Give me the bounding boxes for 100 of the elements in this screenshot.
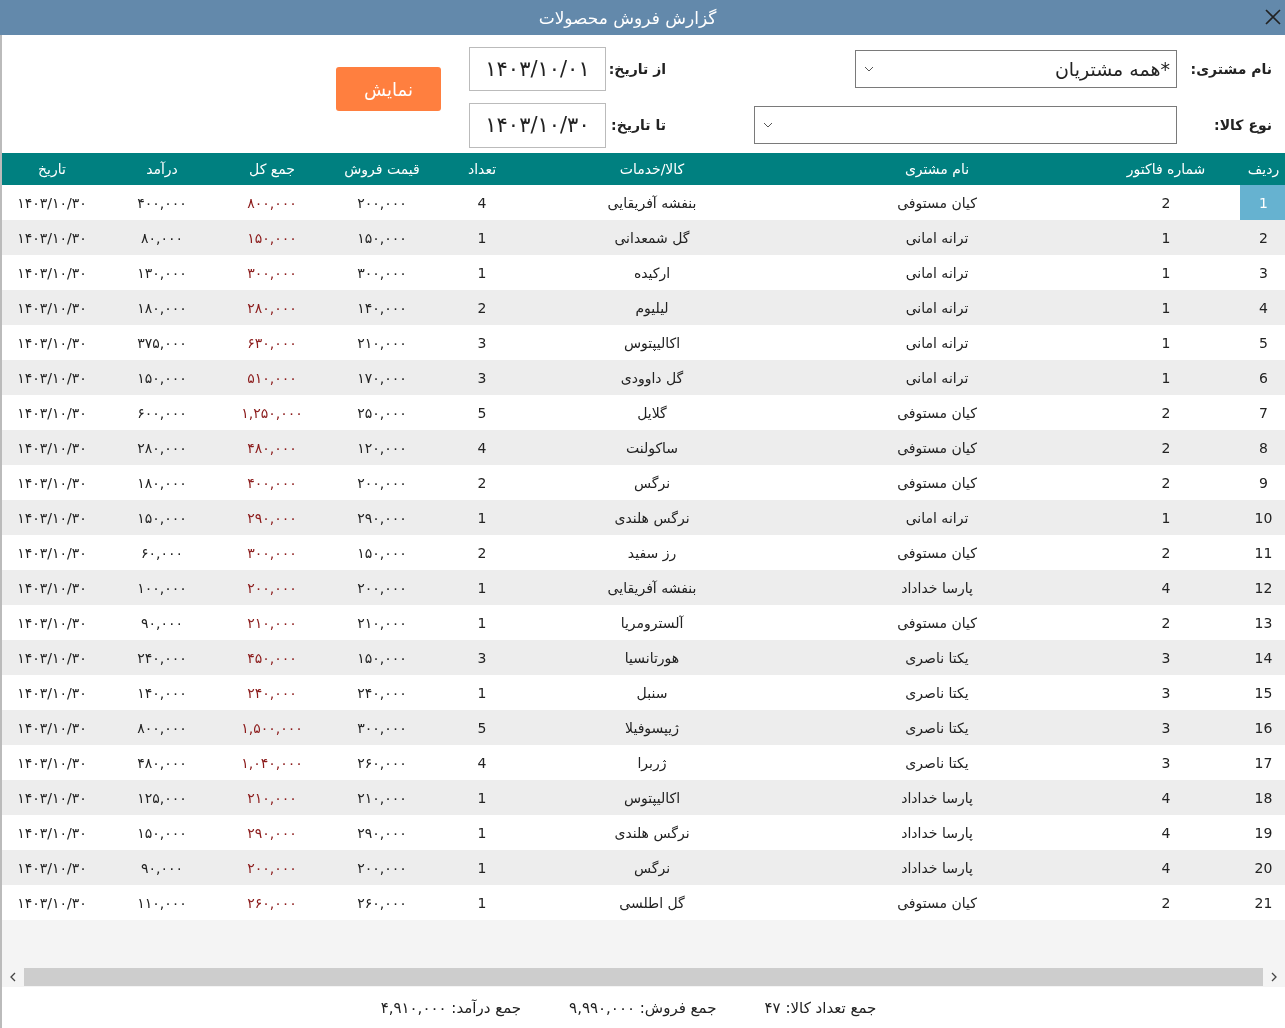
- table-cell: ۵۱۰,۰۰۰: [222, 360, 322, 395]
- table-cell: یکتا ناصری: [782, 640, 1092, 675]
- table-cell: ترانه امانی: [782, 500, 1092, 535]
- table-cell: ترانه امانی: [782, 220, 1092, 255]
- table-cell: ۲۸۰,۰۰۰: [222, 290, 322, 325]
- table-cell: ۲۵۰,۰۰۰: [322, 395, 442, 430]
- row-number-cell[interactable]: 2: [1240, 220, 1285, 255]
- table-cell: پارسا خداداد: [782, 570, 1092, 605]
- row-number-cell[interactable]: 7: [1240, 395, 1285, 430]
- column-header[interactable]: نام مشتری: [782, 153, 1092, 185]
- table-cell: 4: [1092, 780, 1240, 815]
- table-cell: 4: [442, 185, 522, 220]
- date-field[interactable]: ۱۴۰۳/۱۰/۰۱: [469, 47, 606, 91]
- table-cell: ۱۵۰,۰۰۰: [322, 220, 442, 255]
- chevron-down-icon[interactable]: [864, 66, 874, 72]
- row-number-cell[interactable]: 20: [1240, 850, 1285, 885]
- table-cell: نرگس: [522, 465, 782, 500]
- table-cell: 3: [1092, 640, 1240, 675]
- table-cell: ۱۴۰۳/۱۰/۳۰: [2, 710, 102, 745]
- table-cell: ژربرا: [522, 745, 782, 780]
- table-cell: ۱۴۰۳/۱۰/۳۰: [2, 815, 102, 850]
- product-type-dropdown[interactable]: [754, 106, 1177, 144]
- row-number-cell[interactable]: 14: [1240, 640, 1285, 675]
- table-cell: ۱۴۰۳/۱۰/۳۰: [2, 535, 102, 570]
- column-header[interactable]: تعداد: [442, 153, 522, 185]
- table-cell: 2: [442, 290, 522, 325]
- table-cell: کیان مستوفی: [782, 535, 1092, 570]
- table-cell: ۴۵۰,۰۰۰: [222, 640, 322, 675]
- total-text: جمع تعداد کالا: ۴۷: [764, 998, 877, 1017]
- row-number-cell[interactable]: 10: [1240, 500, 1285, 535]
- column-header[interactable]: قیمت فروش: [322, 153, 442, 185]
- table-cell: ۱۴۰۳/۱۰/۳۰: [2, 395, 102, 430]
- row-number-cell[interactable]: 13: [1240, 605, 1285, 640]
- row-number-cell[interactable]: 19: [1240, 815, 1285, 850]
- table-cell: کیان مستوفی: [782, 465, 1092, 500]
- date-field[interactable]: ۱۴۰۳/۱۰/۳۰: [469, 102, 606, 148]
- table-cell: 4: [442, 745, 522, 780]
- table-cell: 1: [1092, 360, 1240, 395]
- row-number-cell[interactable]: 12: [1240, 570, 1285, 605]
- table-cell: ۱۴۰۳/۱۰/۳۰: [2, 185, 102, 220]
- row-number-cell[interactable]: 17: [1240, 745, 1285, 780]
- column-header[interactable]: جمع کل: [222, 153, 322, 185]
- field-label: از تاریخ:: [607, 61, 666, 77]
- column-header[interactable]: شماره فاکتور: [1092, 153, 1240, 185]
- row-number-cell[interactable]: 18: [1240, 780, 1285, 815]
- table-cell: 2: [1092, 465, 1240, 500]
- row-number-cell[interactable]: 9: [1240, 465, 1285, 500]
- table-cell: ۱۵۰,۰۰۰: [102, 500, 222, 535]
- table-cell: ۲۱۰,۰۰۰: [322, 605, 442, 640]
- column-header[interactable]: درآمد: [102, 153, 222, 185]
- table-cell: ۴۰۰,۰۰۰: [102, 185, 222, 220]
- customer-dropdown[interactable]: *همه مشتریان: [855, 50, 1177, 88]
- table-cell: ۲۱۰,۰۰۰: [222, 780, 322, 815]
- table-cell: 1: [442, 255, 522, 290]
- table-cell: ۲۰۰,۰۰۰: [322, 570, 442, 605]
- row-number-cell[interactable]: 6: [1240, 360, 1285, 395]
- column-header[interactable]: تاریخ: [2, 153, 102, 185]
- table-cell: ۴۸۰,۰۰۰: [102, 745, 222, 780]
- table-cell: ۲۰۰,۰۰۰: [322, 465, 442, 500]
- table-cell: بنفشه آفریقایی: [522, 185, 782, 220]
- table-cell: 3: [1092, 745, 1240, 780]
- row-number-cell[interactable]: 21: [1240, 885, 1285, 920]
- table-cell: ۲۹۰,۰۰۰: [222, 815, 322, 850]
- row-number-cell[interactable]: 4: [1240, 290, 1285, 325]
- table-cell: ۱۴۰۳/۱۰/۳۰: [2, 780, 102, 815]
- table-cell: ترانه امانی: [782, 325, 1092, 360]
- row-number-cell[interactable]: 11: [1240, 535, 1285, 570]
- chevron-down-icon[interactable]: [763, 122, 773, 128]
- table-cell: کیان مستوفی: [782, 395, 1092, 430]
- table-cell: 2: [1092, 605, 1240, 640]
- row-number-cell[interactable]: 3: [1240, 255, 1285, 290]
- table-cell: ۱۴۰۳/۱۰/۳۰: [2, 360, 102, 395]
- row-number-cell[interactable]: 5: [1240, 325, 1285, 360]
- table-cell: ۳۰۰,۰۰۰: [222, 255, 322, 290]
- table-cell: 2: [1092, 185, 1240, 220]
- table-cell: یکتا ناصری: [782, 710, 1092, 745]
- table-cell: ۱۴۰۳/۱۰/۳۰: [2, 885, 102, 920]
- table-cell: پارسا خداداد: [782, 780, 1092, 815]
- column-header[interactable]: ردیف: [1240, 153, 1285, 185]
- field-label: تا تاریخ:: [610, 117, 666, 133]
- table-cell: 4: [1092, 850, 1240, 885]
- table-cell: یکتا ناصری: [782, 745, 1092, 780]
- row-number-cell[interactable]: 8: [1240, 430, 1285, 465]
- table-cell: کیان مستوفی: [782, 430, 1092, 465]
- column-header[interactable]: کالا/خدمات: [522, 153, 782, 185]
- table-cell: ۱۲۵,۰۰۰: [102, 780, 222, 815]
- table-cell: ۸۰۰,۰۰۰: [222, 185, 322, 220]
- table-cell: ۶۰,۰۰۰: [102, 535, 222, 570]
- table-cell: ۱۸۰,۰۰۰: [102, 290, 222, 325]
- table-cell: ۲۴۰,۰۰۰: [322, 675, 442, 710]
- table-cell: ۳۷۵,۰۰۰: [102, 325, 222, 360]
- table-cell: ۳۰۰,۰۰۰: [222, 535, 322, 570]
- table-cell: ۱۴۰۳/۱۰/۳۰: [2, 500, 102, 535]
- row-number-cell[interactable]: 16: [1240, 710, 1285, 745]
- table-cell: 1: [442, 220, 522, 255]
- table-cell: پارسا خداداد: [782, 850, 1092, 885]
- row-number-cell[interactable]: 15: [1240, 675, 1285, 710]
- close-icon[interactable]: [1265, 9, 1281, 25]
- table-cell: ۱۵۰,۰۰۰: [102, 815, 222, 850]
- table-cell: ۲۰۰,۰۰۰: [322, 185, 442, 220]
